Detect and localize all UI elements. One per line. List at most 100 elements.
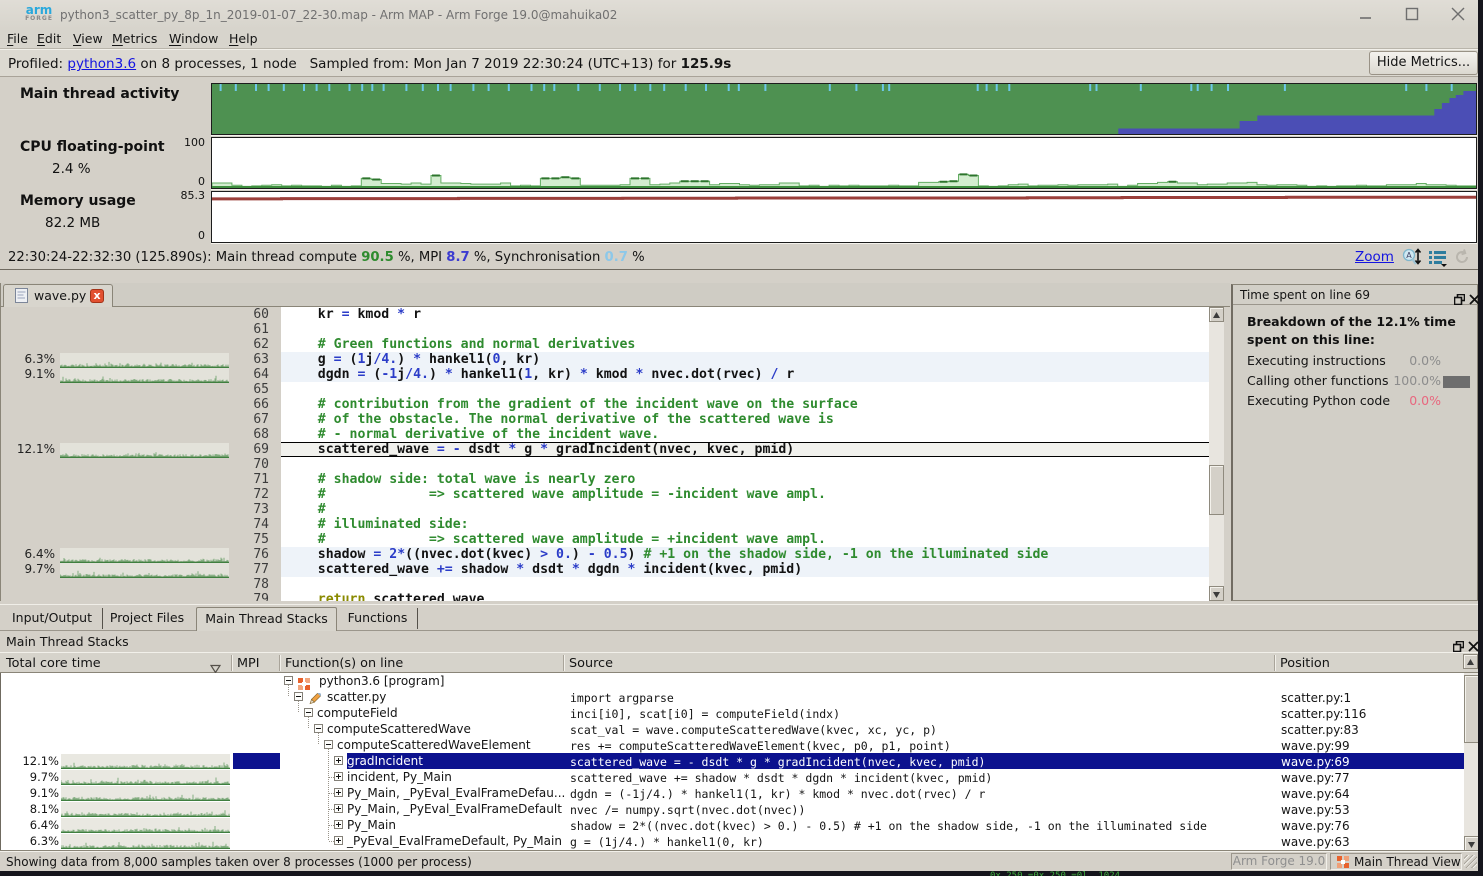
breakdown-row-executing-python-code: Executing Python code0.0% xyxy=(1247,393,1473,413)
expand-icon[interactable] xyxy=(334,804,343,813)
maximize-button[interactable] xyxy=(1403,6,1421,23)
stacks-row-incident-py-main[interactable]: 9.7%incident, Py_Mainscattered_wave += s… xyxy=(1,769,1478,785)
panel-close-icon[interactable] xyxy=(1469,290,1480,309)
stacks-row-py-main[interactable]: 6.4%Py_Mainshadow = 2*((nvec.dot(kvec) >… xyxy=(1,817,1478,833)
column-header-total-core-time[interactable]: Total core time xyxy=(6,656,101,671)
stacks-row-pyeval-evalframedefault-py-main[interactable]: 6.3%_PyEval_EvalFrameDefault, Py_Maing =… xyxy=(1,833,1478,849)
editor-line-64[interactable]: 9.1%64 dgdn = (-1j/4.) * hankel1(1, kr) … xyxy=(1,367,1209,382)
editor-line-71[interactable]: 71 # shadow side: total wave is nearly z… xyxy=(1,472,1209,487)
stacks-scrollbar-thumb[interactable] xyxy=(1464,675,1478,743)
editor-line-65[interactable]: 65 xyxy=(1,382,1209,397)
column-header-mpi[interactable]: MPI xyxy=(237,656,260,671)
editor-line-67[interactable]: 67 # of the obstacle. The normal derivat… xyxy=(1,412,1209,427)
time-spent-panel-title-bar[interactable]: Time spent on line 69 xyxy=(1233,285,1477,305)
menu-help[interactable]: Help xyxy=(229,31,258,46)
zoom-link[interactable]: Zoom xyxy=(1355,249,1394,265)
time-spent-panel-title: Time spent on line 69 xyxy=(1240,288,1370,302)
editor-line-79[interactable]: 79 return scattered_wave xyxy=(1,592,1209,601)
hide-metrics-button[interactable]: Hide Metrics... xyxy=(1369,51,1478,75)
stacks-row-computescatteredwaveelement[interactable]: computeScatteredWaveElementres += comput… xyxy=(1,737,1478,753)
tab-functions[interactable]: Functions xyxy=(338,608,418,629)
column-header-position[interactable]: Position xyxy=(1280,656,1330,671)
expand-icon[interactable] xyxy=(334,756,343,765)
line-number-61: 61 xyxy=(229,322,269,337)
stacks-panel-header: Main Thread Stacks xyxy=(0,631,1478,652)
editor-tab-close-icon[interactable]: x xyxy=(90,289,104,303)
expand-icon[interactable] xyxy=(334,788,343,797)
expand-icon[interactable] xyxy=(334,820,343,829)
editor-line-68[interactable]: 68 # - normal derivative of the incident… xyxy=(1,427,1209,442)
expand-icon[interactable] xyxy=(334,772,343,781)
time-range-summary-row: 22:30:24-22:32:30 (125.890s): Main threa… xyxy=(0,246,1478,270)
resize-grip[interactable] xyxy=(1464,855,1477,868)
minimize-button[interactable] xyxy=(1357,6,1375,23)
view-selector[interactable]: Main Thread View xyxy=(1330,853,1462,870)
position: wave.py:64 xyxy=(1281,787,1350,801)
reset-zoom-icon[interactable] xyxy=(1453,248,1471,270)
editor-line-76[interactable]: 6.4%76 shadow = 2*((nvec.dot(kvec) > 0.)… xyxy=(1,547,1209,562)
column-header-source[interactable]: Source xyxy=(569,656,613,671)
editor-line-73[interactable]: 73 # xyxy=(1,502,1209,517)
editor-line-60[interactable]: 60 kr = kmod * r xyxy=(1,307,1209,322)
memory-usage-chart[interactable] xyxy=(211,191,1477,243)
editor-scroll-up-button[interactable] xyxy=(1209,307,1224,322)
breakdown-value: 100.0% xyxy=(1393,373,1441,388)
editor-line-75[interactable]: 75 # => scattered wave amplitude = +inci… xyxy=(1,532,1209,547)
breakdown-row-executing-instructions: Executing instructions0.0% xyxy=(1247,353,1473,373)
collapse-icon[interactable] xyxy=(294,692,303,701)
tab-project-files[interactable]: Project Files xyxy=(104,608,190,629)
editor-line-70[interactable]: 70 xyxy=(1,457,1209,472)
position: scatter.py:116 xyxy=(1281,707,1366,721)
stacks-scroll-up-button[interactable] xyxy=(1463,654,1478,669)
stacks-row-computescatteredwave[interactable]: computeScatteredWavescat_val = wave.comp… xyxy=(1,721,1478,737)
editor-line-78[interactable]: 78 xyxy=(1,577,1209,592)
expand-icon[interactable] xyxy=(334,836,343,845)
menu-file[interactable]: File xyxy=(7,31,28,46)
menu-metrics[interactable]: Metrics xyxy=(112,31,157,46)
function-name: computeScatteredWaveElement xyxy=(337,738,531,752)
editor-viewport[interactable]: 60 kr = kmod * r6162 # Green functions a… xyxy=(1,307,1230,601)
line-number-67: 67 xyxy=(229,412,269,427)
tab-main-thread-stacks[interactable]: Main Thread Stacks xyxy=(196,607,337,631)
editor-scrollbar-thumb[interactable] xyxy=(1209,465,1224,515)
collapse-icon[interactable] xyxy=(324,740,333,749)
editor-scrollbar[interactable] xyxy=(1209,307,1224,601)
stacks-row-scatter-py[interactable]: scatter.pyimport argparsescatter.py:1 xyxy=(1,689,1478,705)
editor-line-77[interactable]: 9.7%77 scattered_wave += shadow * dsdt *… xyxy=(1,562,1209,577)
column-header-functions-on-line[interactable]: Function(s) on line xyxy=(285,656,403,671)
profiled-program-link[interactable]: python3.6 xyxy=(67,56,136,72)
arm-map-window: armFORGE python3_scatter_py_8p_1n_2019-0… xyxy=(0,0,1478,871)
metrics-list-icon[interactable] xyxy=(1428,248,1448,271)
editor-tab-wave-py[interactable]: wave.py x xyxy=(3,284,113,307)
collapse-icon[interactable] xyxy=(284,676,293,685)
stacks-row-gradincident[interactable]: 12.1%gradIncidentscattered_wave = - dsdt… xyxy=(1,753,1478,769)
editor-line-74[interactable]: 74 # illuminated side: xyxy=(1,517,1209,532)
tab-input-output[interactable]: Input/Output xyxy=(2,608,103,629)
cpu-floating-point-chart[interactable] xyxy=(211,137,1477,189)
menu-window[interactable]: Window xyxy=(169,31,218,46)
position: wave.py:99 xyxy=(1281,739,1350,753)
collapse-icon[interactable] xyxy=(304,708,313,717)
stacks-row-python3-6-program[interactable]: python3.6 [program] xyxy=(1,673,1478,689)
window-title: python3_scatter_py_8p_1n_2019-01-07_22-3… xyxy=(60,8,617,22)
editor-scroll-down-button[interactable] xyxy=(1209,586,1224,601)
editor-line-69[interactable]: 12.1%69 scattered_wave = - dsdt * g * gr… xyxy=(1,442,1209,457)
stacks-scroll-down-button[interactable] xyxy=(1464,836,1478,851)
stacks-row-py-main-pyeval-evalframedefau[interactable]: 9.1%Py_Main, _PyEval_EvalFrameDefau...dg… xyxy=(1,785,1478,801)
zoom-text-size-icon[interactable]: A xyxy=(1402,248,1422,271)
menu-edit[interactable]: Edit xyxy=(37,31,61,46)
editor-line-63[interactable]: 6.3%63 g = (1j/4.) * hankel1(0, kr) xyxy=(1,352,1209,367)
stacks-row-computefield[interactable]: computeFieldinci[i0], scat[i0] = compute… xyxy=(1,705,1478,721)
panel-float-icon[interactable] xyxy=(1454,290,1465,309)
cpu-axis-min: 0 xyxy=(175,175,205,188)
close-button[interactable] xyxy=(1449,6,1467,23)
main-thread-activity-chart[interactable] xyxy=(211,83,1477,135)
editor-line-66[interactable]: 66 # contribution from the gradient of t… xyxy=(1,397,1209,412)
editor-line-62[interactable]: 62 # Green functions and normal derivati… xyxy=(1,337,1209,352)
collapse-icon[interactable] xyxy=(314,724,323,733)
stacks-row-py-main-pyeval-evalframedefault[interactable]: 8.1%Py_Main, _PyEval_EvalFrameDefaultnve… xyxy=(1,801,1478,817)
editor-line-61[interactable]: 61 xyxy=(1,322,1209,337)
editor-line-72[interactable]: 72 # => scattered wave amplitude = -inci… xyxy=(1,487,1209,502)
title-bar[interactable]: armFORGE python3_scatter_py_8p_1n_2019-0… xyxy=(0,0,1478,29)
menu-view[interactable]: View xyxy=(73,31,103,46)
